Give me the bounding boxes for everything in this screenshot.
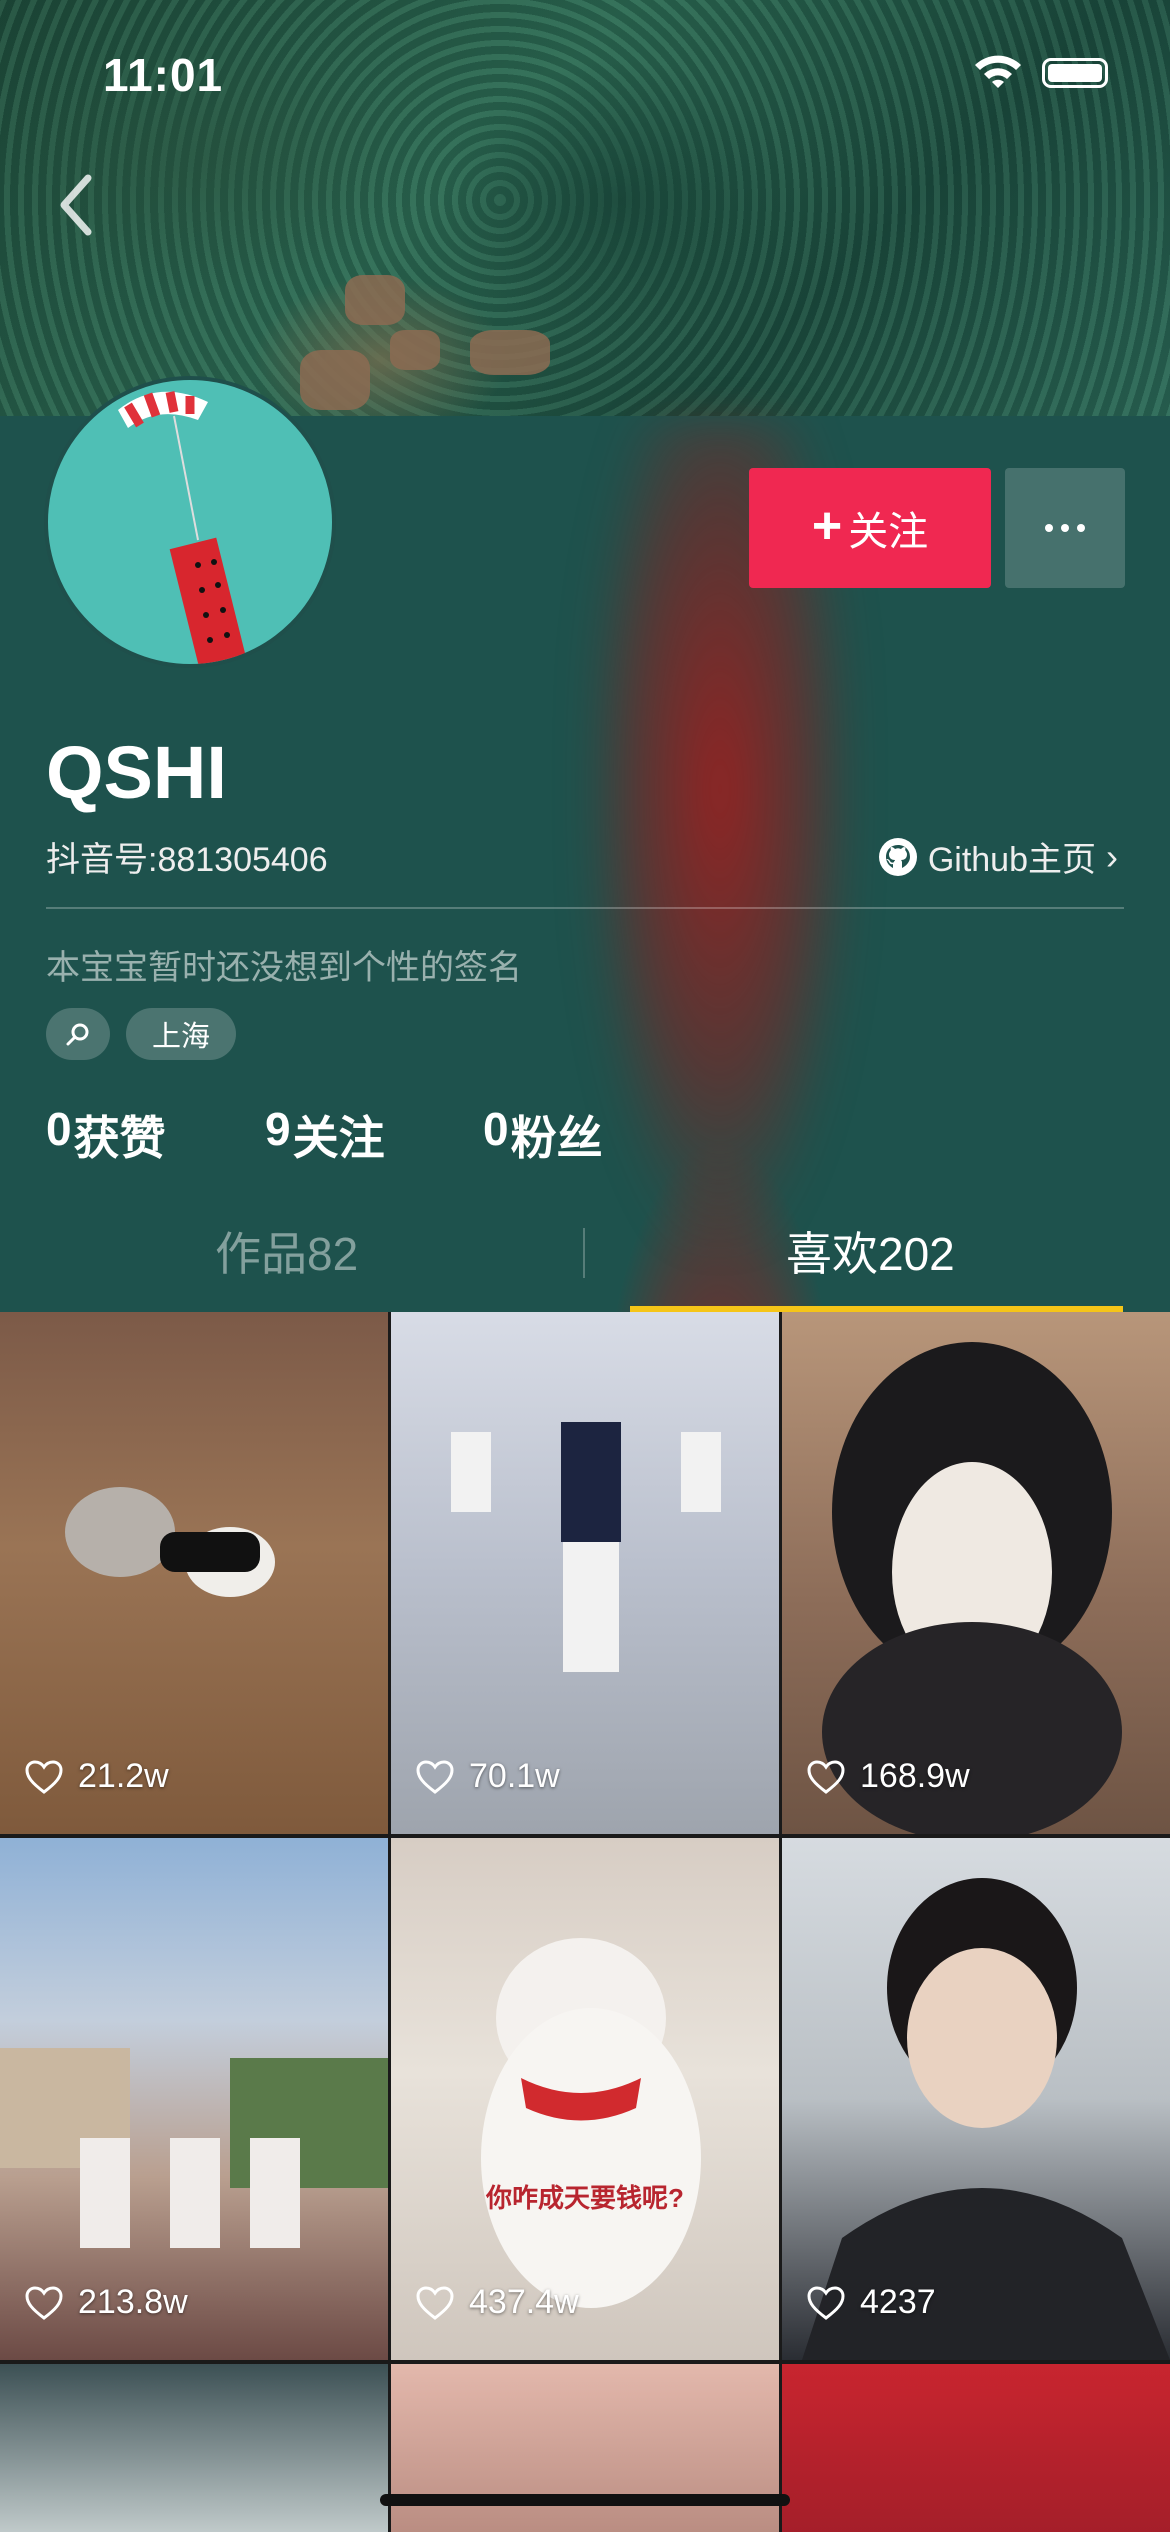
- like-count-value: 437.4w: [469, 2283, 579, 2321]
- tab-separator: [583, 1228, 585, 1278]
- video-thumbnail[interactable]: [782, 2364, 1170, 2532]
- cover-rock: [390, 330, 440, 370]
- stat-likes[interactable]: 0 获赞: [46, 1102, 166, 1168]
- like-count-value: 168.9w: [860, 1757, 970, 1795]
- stat-fans[interactable]: 0 粉丝: [483, 1102, 603, 1168]
- plus-icon: +: [811, 497, 843, 555]
- heart-icon: [25, 1759, 63, 1794]
- stat-following-count: 9: [265, 1103, 291, 1155]
- tab-likes[interactable]: 喜欢202: [786, 1218, 955, 1284]
- thumbnail-art: [65, 1487, 275, 1597]
- video-thumbnail[interactable]: 你咋成天要钱呢? 437.4w: [391, 1838, 779, 2360]
- like-count: 168.9w: [806, 1757, 970, 1796]
- video-thumbnail[interactable]: 70.1w: [391, 1312, 779, 1834]
- video-thumbnail[interactable]: [0, 2364, 388, 2532]
- signature: 本宝宝暂时还没想到个性的签名: [46, 949, 522, 987]
- video-thumbnail[interactable]: [391, 2364, 779, 2532]
- back-chevron-icon[interactable]: [56, 170, 96, 240]
- video-thumbnail[interactable]: 213.8w: [0, 1838, 388, 2360]
- status-time: 11:01: [103, 49, 224, 101]
- heart-icon: [416, 1759, 454, 1794]
- chevron-right-icon: ›: [1106, 835, 1118, 877]
- video-thumbnail[interactable]: 168.9w: [782, 1312, 1170, 1834]
- divider: [46, 907, 1124, 909]
- cover-rock: [470, 330, 550, 375]
- heart-icon: [807, 1759, 845, 1794]
- wifi-icon: [975, 55, 1021, 88]
- thumbnail-art: [481, 1938, 701, 2308]
- thumbnail-art: [451, 1422, 721, 1672]
- like-count: 4237: [806, 2283, 936, 2322]
- like-count: 70.1w: [415, 1757, 560, 1796]
- douyin-id: 抖音号:881305406: [46, 841, 328, 879]
- video-caption: 你咋成天要钱呢?: [486, 2183, 684, 2213]
- like-count-value: 21.2w: [78, 1757, 169, 1795]
- heart-icon: [807, 2285, 845, 2320]
- like-count-value: 4237: [860, 2283, 936, 2321]
- video-thumbnail[interactable]: 4237: [782, 1838, 1170, 2360]
- thumbnail-art: [802, 1878, 1170, 2360]
- github-icon: [878, 837, 917, 876]
- github-label: Github主页: [927, 841, 1096, 879]
- battery-icon: [1042, 58, 1108, 88]
- stat-following-label: 关注: [292, 1112, 385, 1164]
- search-icon: [66, 1023, 89, 1046]
- home-indicator: [380, 2494, 790, 2506]
- avatar[interactable]: [44, 376, 336, 668]
- stat-fans-label: 粉丝: [510, 1112, 603, 1164]
- stat-likes-count: 0: [46, 1103, 72, 1155]
- like-count: 213.8w: [24, 2283, 188, 2322]
- like-count-value: 213.8w: [78, 2283, 188, 2321]
- tab-works[interactable]: 作品82: [215, 1218, 358, 1284]
- like-count: 21.2w: [24, 1757, 169, 1796]
- more-button[interactable]: [1005, 468, 1125, 588]
- like-count: 437.4w: [415, 2283, 579, 2322]
- cover-rock: [300, 350, 370, 410]
- more-dot: [1077, 524, 1085, 532]
- nickname: QSHI: [46, 731, 227, 814]
- github-link[interactable]: Github主页 ›: [878, 832, 1118, 881]
- cover-rock: [345, 275, 405, 325]
- video-grid: 21.2w 70.1w 168.9w 213.8w 你咋成天要钱呢? 437.4…: [0, 1312, 1170, 2532]
- video-thumbnail[interactable]: 21.2w: [0, 1312, 388, 1834]
- more-dot: [1045, 524, 1053, 532]
- thumbnail-art: [822, 1342, 1122, 1834]
- heart-icon: [416, 2285, 454, 2320]
- stat-fans-count: 0: [483, 1103, 509, 1155]
- like-count-value: 70.1w: [469, 1757, 560, 1795]
- stat-likes-label: 获赞: [73, 1112, 166, 1164]
- city-tag[interactable]: 上海: [126, 1008, 236, 1060]
- follow-button[interactable]: + 关注: [749, 468, 991, 588]
- follow-label: 关注: [848, 510, 929, 554]
- thumbnail-art: [0, 2048, 388, 2248]
- search-tag[interactable]: [46, 1008, 110, 1060]
- stat-following[interactable]: 9 关注: [265, 1102, 385, 1168]
- more-dot: [1061, 524, 1069, 532]
- heart-icon: [25, 2285, 63, 2320]
